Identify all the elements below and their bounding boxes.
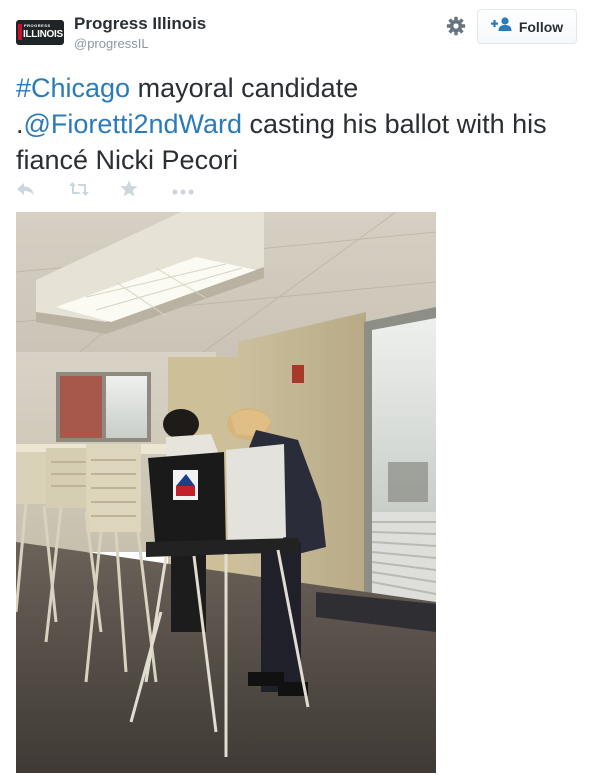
tweet-text-dot: . [16,109,24,139]
gear-icon[interactable] [446,16,466,36]
avatar-logo-small-text: PROGRESS [24,23,51,28]
retweet-button[interactable] [68,180,120,202]
hashtag-link[interactable]: #Chicago [16,73,130,103]
tweet-text: #Chicago mayoral candidate .@Fioretti2ndW… [16,70,582,178]
reply-button[interactable] [16,180,68,202]
more-button[interactable] [172,180,224,202]
account-handle[interactable]: @progressIL [74,35,206,53]
tweet-actions [16,180,224,202]
display-name[interactable]: Progress Illinois [74,13,206,35]
add-user-icon [490,17,513,36]
follow-label: Follow [518,18,564,35]
follow-button[interactable]: Follow [477,9,577,44]
avatar-logo-big-text: ILLINOIS [23,29,63,40]
favorite-button[interactable] [120,180,172,202]
mention-link[interactable]: @Fioretti2ndWard [24,109,242,139]
reply-icon [16,181,36,202]
tweet-text-part-1: mayoral candidate [130,73,359,103]
tweet-header: PROGRESS ILLINOIS Progress Illinois @pro… [16,9,582,57]
retweet-icon [68,181,90,202]
more-icon [172,182,194,200]
avatar[interactable]: PROGRESS ILLINOIS [16,20,64,45]
account-name-block[interactable]: Progress Illinois @progressIL [74,13,206,53]
illinois-logo-mark [18,24,22,40]
star-icon [120,180,138,202]
tweet-photo[interactable] [16,212,436,773]
